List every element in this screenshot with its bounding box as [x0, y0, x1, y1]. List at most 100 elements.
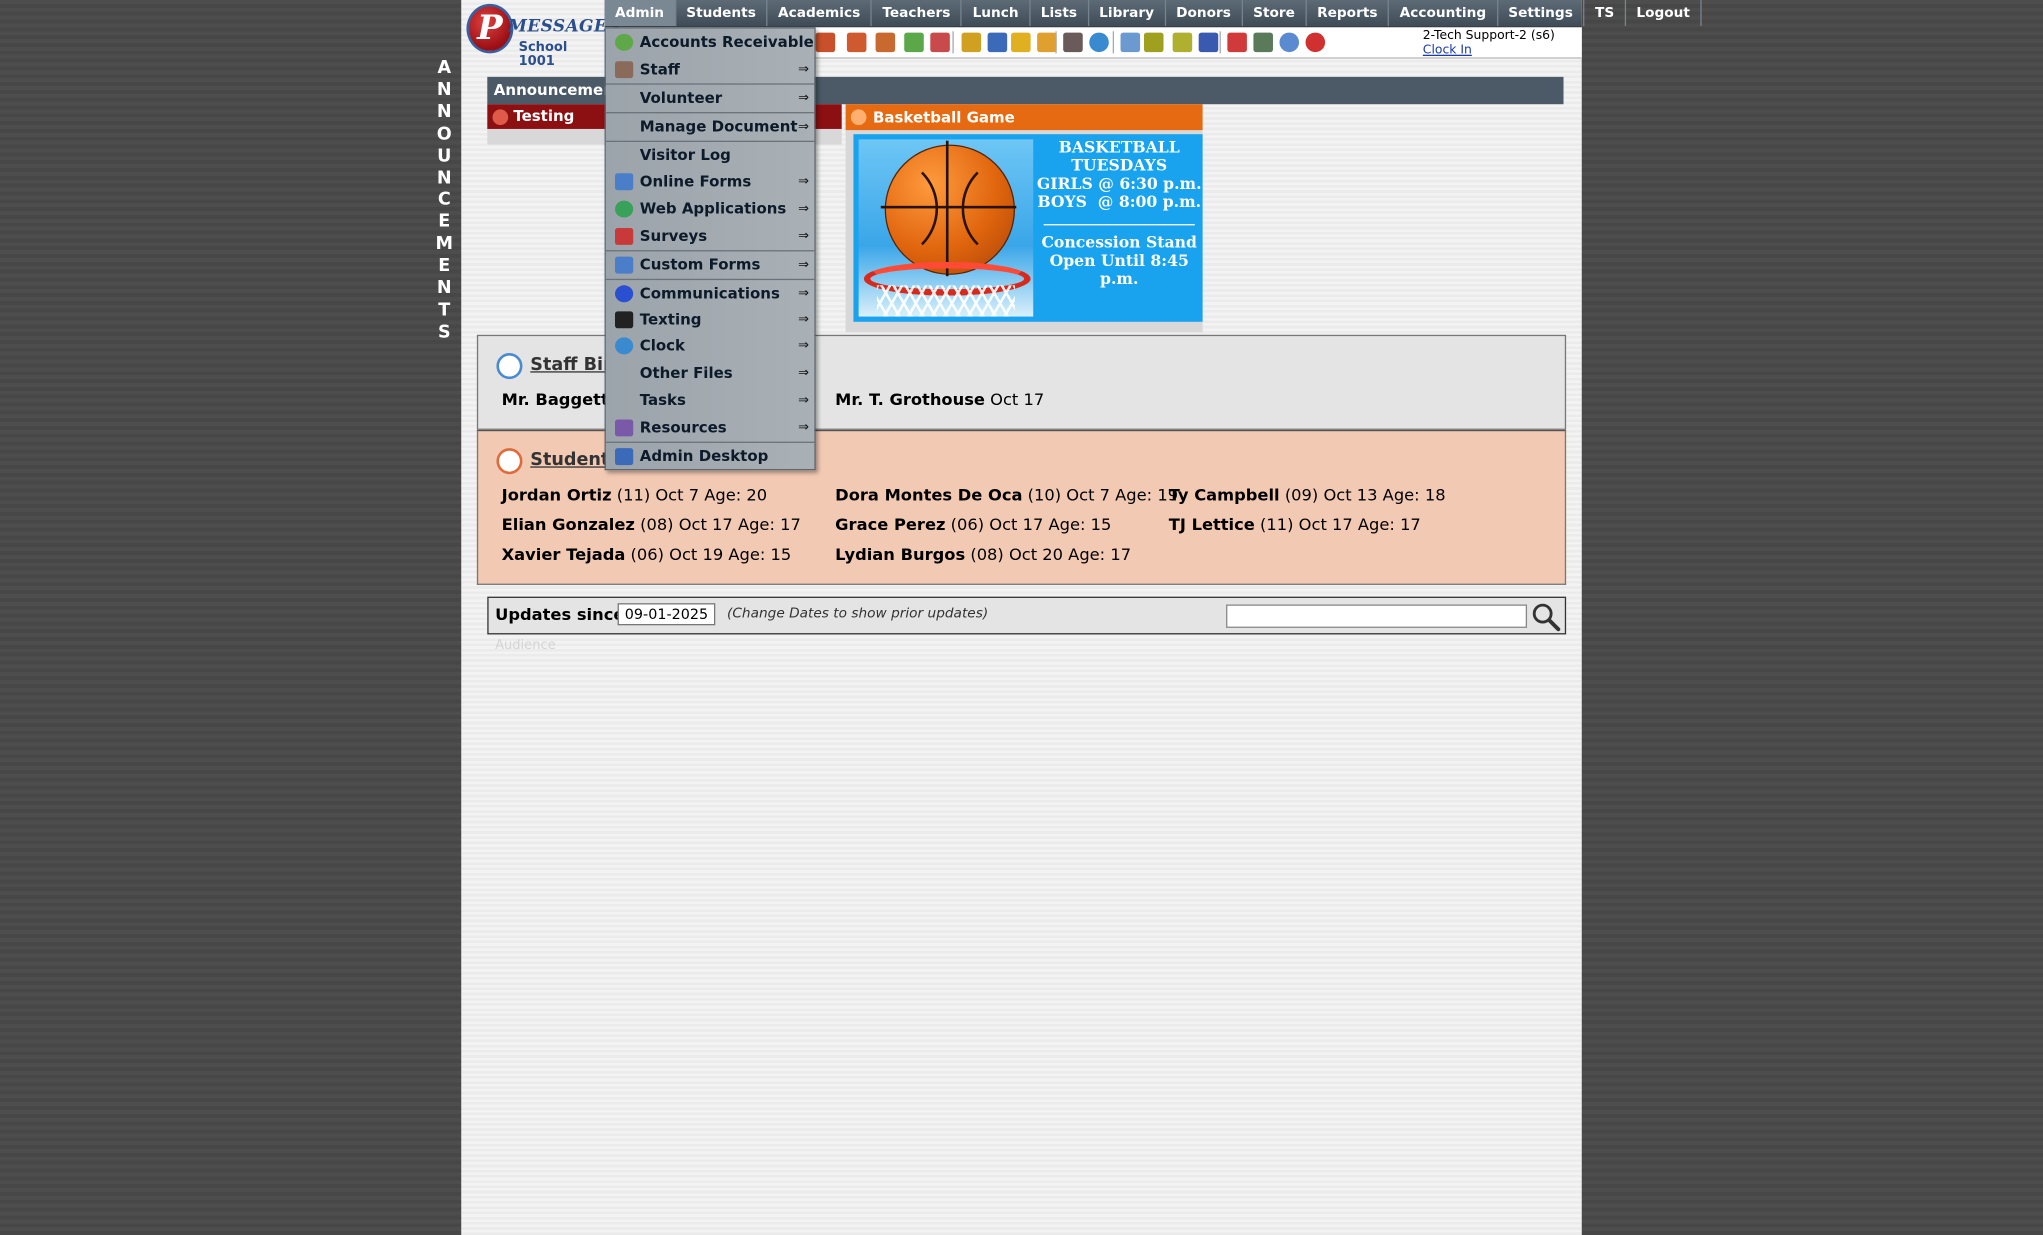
admin-menu-communications[interactable]: Communications ⇒ [605, 278, 815, 306]
admin-menu-label: Staff [639, 59, 680, 79]
clock-in-link[interactable]: Clock In [1423, 43, 1555, 57]
admin-menu-custom-forms[interactable]: Custom Forms ⇒ [605, 250, 815, 277]
vertical-title-letter: U [437, 145, 452, 167]
admin-menu-web-applications[interactable]: Web Applications ⇒ [606, 195, 814, 222]
money-icon [614, 33, 634, 51]
pdf-icon[interactable] [1227, 32, 1247, 53]
submenu-arrow-icon: ⇒ [798, 174, 810, 189]
teacher-icon[interactable] [846, 32, 867, 53]
power-icon[interactable] [1305, 32, 1326, 53]
money-icon[interactable] [904, 32, 924, 53]
student-icon[interactable] [875, 32, 896, 53]
phone-icon [614, 311, 634, 329]
submenu-arrow-icon: ⇒ [798, 312, 810, 327]
pencil-icon[interactable] [1011, 32, 1031, 53]
hoop-net [876, 285, 1015, 317]
birthday-detail: (08) Oct 20 Age: 17 [970, 544, 1132, 565]
submenu-arrow-icon: ⇒ [798, 62, 810, 77]
vertical-title-letter: O [436, 123, 452, 145]
birthday-detail: (09) Oct 13 Age: 18 [1284, 484, 1446, 505]
megaphone-icon [492, 109, 509, 126]
submenu-arrow-icon: ⇒ [798, 201, 810, 217]
birthday-name: Mr. T. Grothouse [835, 389, 985, 410]
student-birthday-entry: Grace Perez (06) Oct 17 Age: 15 [835, 515, 1111, 535]
menu-admin[interactable]: Admin [604, 0, 676, 27]
admin-menu-label: Visitor Log [639, 145, 731, 165]
admin-menu-surveys[interactable]: Surveys ⇒ [606, 223, 814, 250]
calendar-icon[interactable] [1120, 32, 1141, 53]
menu-accounting[interactable]: Accounting [1389, 0, 1498, 27]
at-icon [614, 285, 634, 303]
admin-menu-visitor-log[interactable]: Visitor Log [605, 140, 815, 168]
admin-menu-label: Web Applications [639, 199, 787, 218]
menu-teachers[interactable]: Teachers [872, 0, 963, 27]
admin-menu-volunteer[interactable]: Volunteer ⇒ [605, 83, 815, 110]
vertical-title-letter: A [437, 57, 452, 79]
submenu-arrow-icon: ⇒ [798, 286, 810, 301]
menu-library[interactable]: Library [1089, 0, 1166, 27]
user-name: 2-Tech Support-2 (s6) [1422, 28, 1555, 43]
updates-date-input[interactable]: 09-01-2025 [617, 603, 716, 626]
clock-icon[interactable] [1089, 32, 1109, 53]
lunch-icon[interactable] [961, 32, 982, 53]
admin-menu-label: Clock [639, 336, 686, 355]
menu-ts[interactable]: TS [1585, 0, 1626, 27]
menu-settings[interactable]: Settings [1498, 0, 1585, 27]
menu-reports[interactable]: Reports [1307, 0, 1390, 27]
admin-menu-label: Volunteer [639, 88, 723, 107]
logo[interactable]: P MESSAGES School 1001 [464, 1, 619, 69]
menu-lists[interactable]: Lists [1030, 0, 1089, 27]
vertical-title-letter: T [438, 299, 451, 321]
announcement-tab-label: Basketball Game [872, 108, 1015, 127]
admin-menu-admin-desktop[interactable]: Admin Desktop [605, 441, 815, 469]
group-icon[interactable] [930, 32, 950, 53]
menu-donors[interactable]: Donors [1166, 0, 1243, 27]
staff-birthdays-title[interactable]: Staff Birt [496, 354, 620, 375]
search-icon[interactable] [1530, 601, 1561, 632]
admin-menu-staff[interactable]: Staff ⇒ [606, 56, 814, 83]
birthday-detail: Oct 17 [990, 389, 1045, 410]
admin-menu-texting[interactable]: Texting ⇒ [606, 306, 814, 333]
birthday-detail: (11) Oct 17 Age: 17 [1260, 514, 1421, 535]
admin-menu-tasks[interactable]: Tasks ⇒ [606, 387, 814, 414]
vertical-title-letter: N [436, 167, 452, 189]
user-icon[interactable] [1063, 32, 1083, 53]
menu-academics[interactable]: Academics [768, 0, 872, 27]
announcement-tab-basketball[interactable]: Basketball Game [845, 104, 1203, 131]
vertical-title-letter: C [437, 189, 451, 211]
birthday-name: TJ Lettice [1168, 514, 1255, 535]
student-birthday-entry: Jordan Ortiz (11) Oct 7 Age: 20 [502, 485, 768, 505]
menu-store[interactable]: Store [1243, 0, 1307, 27]
student-birthday-entry: Dora Montes De Oca (10) Oct 7 Age: 19 [835, 485, 1178, 505]
toolbar-separator [1055, 31, 1057, 54]
cash-register-icon[interactable] [1253, 32, 1273, 53]
admin-menu-resources[interactable]: Resources ⇒ [606, 414, 814, 441]
flyer-line: TUESDAYS [1071, 156, 1168, 175]
id-card-icon[interactable] [1143, 32, 1164, 53]
toolbar-separator [1219, 31, 1221, 54]
birthday-name: Lydian Burgos [835, 544, 966, 565]
student-birthday-entry: Ty Campbell (09) Oct 13 Age: 18 [1169, 485, 1446, 505]
desktop-icon [614, 448, 634, 466]
form-icon [614, 173, 634, 191]
admin-menu-label: Texting [639, 310, 702, 329]
menu-students[interactable]: Students [676, 0, 768, 27]
admin-menu-clock[interactable]: Clock ⇒ [606, 332, 814, 359]
admin-menu-other-files[interactable]: Other Files ⇒ [606, 360, 814, 387]
book-icon[interactable] [987, 32, 1008, 53]
export-icon[interactable] [1037, 32, 1057, 53]
toolbar-separator [952, 31, 954, 54]
menu-logout[interactable]: Logout [1626, 0, 1702, 27]
ap-icon[interactable] [1198, 32, 1219, 53]
megaphone-icon[interactable] [815, 32, 836, 53]
staff-icon [614, 61, 634, 79]
admin-dropdown-menu: Accounts Receivable Staff ⇒ Volunteer ⇒ Manag… [604, 27, 816, 471]
menu-lunch[interactable]: Lunch [962, 0, 1031, 27]
admin-menu-accounts-receivable[interactable]: Accounts Receivable [606, 29, 814, 56]
printer-icon[interactable] [1172, 32, 1193, 53]
help-icon[interactable] [1279, 32, 1300, 53]
admin-menu-manage-document[interactable]: Manage Document ⇒ [605, 112, 815, 139]
search-input[interactable] [1226, 604, 1528, 628]
admin-menu-online-forms[interactable]: Online Forms ⇒ [606, 168, 814, 195]
announcements-vertical-title: ANNOUNCEMENTS [435, 57, 454, 343]
